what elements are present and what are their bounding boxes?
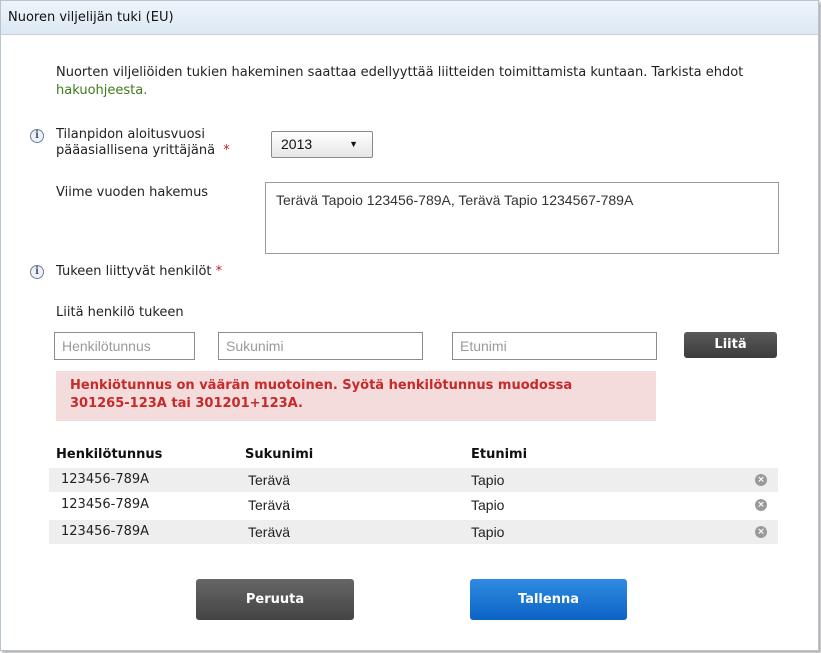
chevron-down-icon: ▼: [349, 139, 358, 149]
info-icon[interactable]: i: [30, 265, 44, 279]
row-firstname: Tapio: [471, 497, 505, 513]
last-year-textarea[interactable]: Terävä Tapoio 123456-789A, Terävä Tapio …: [265, 182, 779, 254]
remove-icon[interactable]: ×: [755, 499, 767, 511]
surname-input[interactable]: Sukunimi: [218, 332, 423, 360]
instructions-link[interactable]: hakuohjeesta.: [56, 83, 147, 98]
row-ssn: 123456-789A: [61, 524, 150, 539]
intro-text-body: Nuorten viljeliöiden tukien hakeminen sa…: [56, 65, 744, 80]
persons-label-text: Tukeen liittyvät henkilöt: [56, 264, 212, 279]
save-button[interactable]: Tallenna: [470, 579, 627, 620]
table-row: 123456-789A Terävä Tapio ×: [49, 468, 778, 492]
required-mark: *: [223, 143, 230, 158]
row-firstname: Tapio: [471, 524, 505, 540]
error-line1: Henkiötunnus on väärän muotoinen. Syötä …: [70, 378, 573, 393]
start-year-label-line1: Tilanpidon aloitusvuosi: [56, 127, 205, 142]
column-header-ssn: Henkilötunnus: [56, 447, 163, 462]
required-mark: *: [215, 264, 223, 279]
info-icon[interactable]: i: [30, 129, 44, 143]
row-surname: Terävä: [248, 524, 291, 540]
start-year-label-line2: pääasiallisena yrittäjänä: [56, 143, 216, 158]
error-line2: 301265-123A tai 301201+123A.: [70, 396, 303, 411]
error-message: Henkiötunnus on väärän muotoinen. Syötä …: [56, 371, 656, 421]
row-surname: Terävä: [248, 497, 291, 513]
ssn-input[interactable]: Henkilötunnus: [54, 332, 195, 360]
row-firstname: Tapio: [471, 472, 505, 488]
row-ssn: 123456-789A: [61, 472, 150, 487]
row-ssn: 123456-789A: [61, 497, 150, 512]
remove-icon[interactable]: ×: [755, 526, 767, 538]
intro-text: Nuorten viljeliöiden tukien hakeminen sa…: [56, 64, 816, 100]
row-surname: Terävä: [248, 472, 291, 488]
cancel-button[interactable]: Peruuta: [196, 579, 354, 620]
last-year-label: Viime vuoden hakemus: [56, 185, 209, 200]
dialog-title: Nuoren viljelijän tuki (EU): [1, 1, 818, 35]
table-row: 123456-789A Terävä Tapio ×: [49, 520, 778, 544]
dialog: Nuoren viljelijän tuki (EU) Nuorten vilj…: [0, 0, 819, 651]
column-header-surname: Sukunimi: [245, 447, 314, 462]
start-year-selected: 2013: [281, 136, 313, 152]
remove-icon[interactable]: ×: [755, 474, 767, 486]
firstname-input[interactable]: Etunimi: [452, 332, 657, 360]
start-year-label: Tilanpidon aloitusvuosi pääasiallisena y…: [56, 127, 230, 159]
persons-label: Tukeen liittyvät henkilöt *: [56, 264, 222, 280]
column-header-firstname: Etunimi: [471, 447, 528, 462]
attach-button[interactable]: Liitä: [684, 332, 777, 358]
attach-person-label: Liitä henkilö tukeen: [56, 305, 184, 320]
start-year-select[interactable]: 2013 ▼: [271, 131, 373, 158]
table-row: 123456-789A Terävä Tapio ×: [49, 493, 778, 517]
